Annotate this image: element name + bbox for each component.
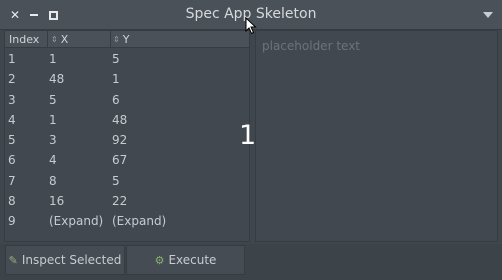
sort-icon: ⇕ <box>113 35 120 44</box>
cell-x: 1 <box>49 112 57 127</box>
cell-index: 6 <box>8 153 16 168</box>
cell-y: 67 <box>112 153 128 168</box>
column-header-y-label: Y <box>122 33 130 46</box>
table-row[interactable]: 7 8 5 <box>5 172 249 192</box>
chevron-down-icon[interactable] <box>483 12 493 18</box>
column-divider[interactable] <box>110 31 111 48</box>
cell-y: 22 <box>112 194 128 209</box>
execute-button[interactable]: ⚙ Execute <box>126 245 245 275</box>
cell-y: 48 <box>112 112 128 127</box>
column-header-index-label: Index <box>9 33 40 46</box>
cell-y: 1 <box>112 72 120 87</box>
table-row[interactable]: 9 (Expand) (Expand) <box>5 212 249 232</box>
cell-y: 5 <box>112 173 120 188</box>
table-header: Index ⇕ X ⇕ Y <box>5 31 249 48</box>
text-area-placeholder: placeholder text <box>262 39 360 53</box>
column-header-x-label: X <box>60 33 69 46</box>
table-row[interactable]: 5 3 92 <box>5 131 249 151</box>
cell-y: 92 <box>112 133 128 148</box>
table-row[interactable]: 1 1 5 <box>5 50 249 70</box>
sort-icon: ⇕ <box>51 35 58 44</box>
cell-index: 5 <box>8 133 16 148</box>
inspect-selected-label: Inspect Selected <box>21 253 122 267</box>
bottom-toolbar: ✎ Inspect Selected ⚙ Execute <box>0 244 502 280</box>
table-row[interactable]: 6 4 67 <box>5 151 249 171</box>
table-row[interactable]: 8 16 22 <box>5 192 249 212</box>
table-body: 1 1 5 2 48 1 3 5 6 4 1 48 5 3 92 6 4 67 7 8 5 8 16 22 9 (Expand) (… <box>5 50 249 233</box>
column-divider[interactable] <box>47 31 48 48</box>
cell-index: 9 <box>8 214 16 229</box>
cell-index: 2 <box>8 72 16 87</box>
table-row[interactable]: 2 48 1 <box>5 70 249 90</box>
cell-index: 1 <box>8 52 16 66</box>
column-header-y[interactable]: ⇕ Y <box>113 33 129 46</box>
cell-x: 1 <box>49 52 57 66</box>
column-header-index[interactable]: Index <box>9 33 39 46</box>
data-table[interactable]: Index ⇕ X ⇕ Y 1 1 5 2 48 1 3 5 6 4 1 48 5 3 92 6 4 67 7 8 5 8… <box>4 30 250 242</box>
cell-x: 16 <box>49 194 65 209</box>
cell-index: 4 <box>8 112 16 127</box>
inspect-selected-button[interactable]: ✎ Inspect Selected <box>5 245 125 275</box>
cell-index: 8 <box>8 194 16 209</box>
cell-x: 3 <box>49 133 57 148</box>
table-row[interactable]: 3 5 6 <box>5 91 249 111</box>
overlay-number: 1 <box>239 120 257 151</box>
cell-y: 5 <box>112 52 120 66</box>
cell-y: 6 <box>112 92 120 107</box>
inspect-icon: ✎ <box>8 253 18 267</box>
cell-x: 4 <box>49 153 57 168</box>
cell-x: (Expand) <box>49 214 104 229</box>
mouse-cursor-icon <box>245 17 257 35</box>
cell-x: 5 <box>49 92 57 107</box>
table-row[interactable]: 4 1 48 <box>5 111 249 131</box>
cell-x: 48 <box>49 72 65 87</box>
cell-x: 8 <box>49 173 57 188</box>
execute-icon: ⚙ <box>154 253 165 267</box>
app-window: ✕ Spec App Skeleton Index ⇕ X ⇕ Y 1 1 5 2 48… <box>0 0 502 280</box>
text-area[interactable]: placeholder text <box>255 30 498 242</box>
column-header-x[interactable]: ⇕ X <box>51 33 68 46</box>
cell-index: 7 <box>8 173 16 188</box>
cell-y: (Expand) <box>112 214 167 229</box>
execute-label: Execute <box>168 253 217 267</box>
cell-index: 3 <box>8 92 16 107</box>
